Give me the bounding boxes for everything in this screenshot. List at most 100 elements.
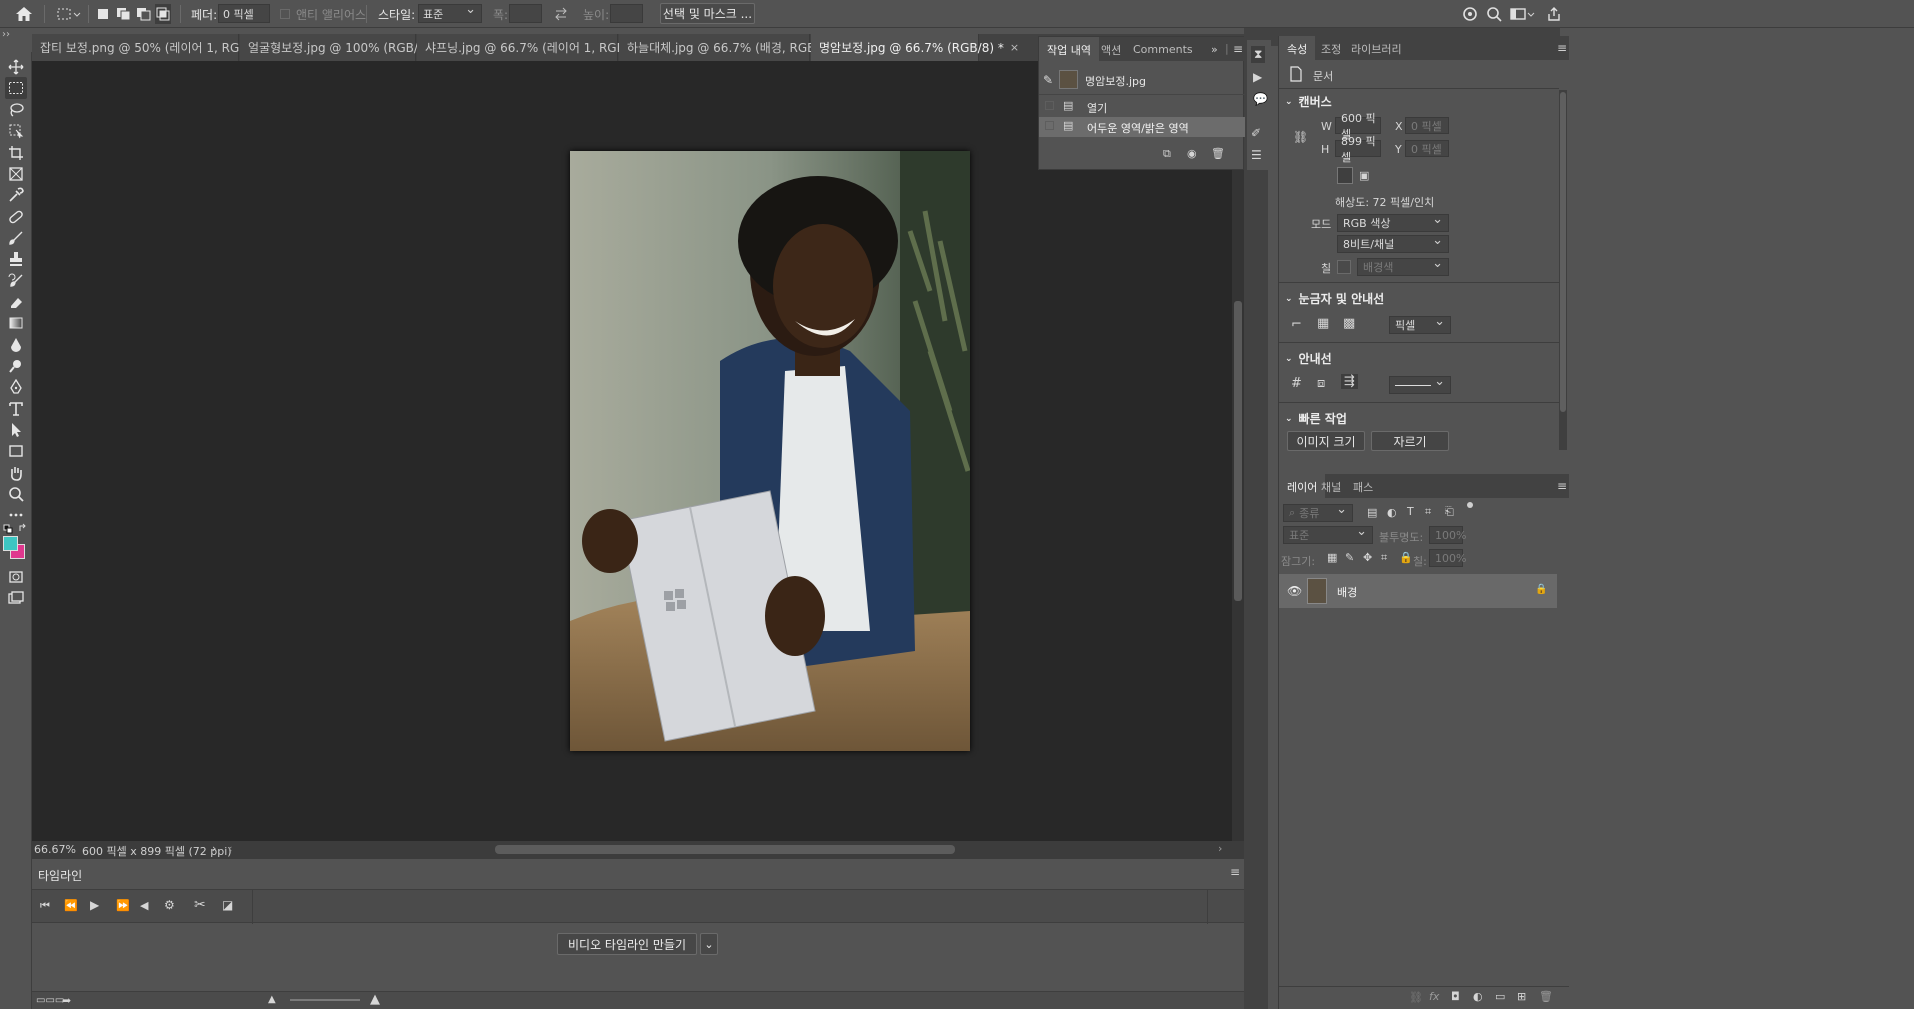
zoom-in-mountain-icon[interactable]: ▲	[370, 992, 380, 1007]
frame-mode-icon[interactable]: ▭▭▭	[36, 995, 64, 1006]
guides-section-toggle[interactable]: ⌄ 안내선	[1285, 350, 1332, 367]
audio-icon[interactable]: ◀	[140, 899, 148, 912]
scroll-left-icon[interactable]: ‹	[228, 842, 232, 855]
pen-tool-icon[interactable]	[5, 376, 27, 398]
layer-filter-select[interactable]: ⌕ 종류	[1283, 502, 1353, 522]
fill-opacity-field[interactable]: 100%	[1429, 549, 1466, 567]
doc-tab-4[interactable]: 하늘대체.jpg @ 66.7% (배경, RGB/8) *×	[619, 34, 857, 61]
brush-source-icon[interactable]: ✎	[1043, 73, 1053, 87]
object-selection-tool-icon[interactable]	[5, 120, 27, 142]
antialias-checkbox[interactable]: 앤티 앨리어스	[280, 4, 366, 24]
camera-snapshot-icon[interactable]: ◉	[1187, 147, 1197, 160]
actions-play-icon[interactable]: ▶	[1253, 70, 1262, 84]
panel-menu-icon[interactable]: ≡	[1557, 41, 1567, 55]
lock-all-icon[interactable]: 🔒	[1399, 551, 1413, 564]
history-item[interactable]: ▤ 열기	[1039, 97, 1245, 117]
add-selection-icon[interactable]	[116, 4, 132, 24]
history-item-active[interactable]: ▤ 어두운 영역/밝은 영역	[1039, 117, 1245, 137]
toolbar-collapse-icon[interactable]: ››	[2, 29, 10, 40]
guides-icon[interactable]: #	[1291, 376, 1302, 391]
tab-history[interactable]: 작업 내역	[1039, 37, 1099, 62]
create-video-timeline-button[interactable]: 비디오 타임라인 만들기	[557, 933, 697, 955]
intersect-selection-icon[interactable]	[155, 4, 171, 24]
scroll-right-icon[interactable]: ›	[1218, 842, 1222, 855]
new-selection-icon[interactable]	[96, 4, 110, 24]
new-layer-icon[interactable]: ⊞	[1517, 990, 1526, 1003]
swap-icon[interactable]	[553, 4, 569, 24]
horizontal-scroll-thumb[interactable]	[495, 845, 955, 854]
transition-icon[interactable]: ◪	[222, 898, 233, 912]
zoom-level[interactable]: 66.67%	[34, 843, 76, 856]
panel-menu-icon[interactable]: ≡	[1557, 479, 1567, 493]
landscape-orientation-icon[interactable]: ▣	[1359, 169, 1369, 182]
image-size-button[interactable]: 이미지 크기	[1287, 431, 1365, 451]
lasso-tool-icon[interactable]	[5, 99, 27, 121]
fill-select[interactable]: 배경색	[1357, 256, 1449, 276]
clone-stamp-tool-icon[interactable]	[5, 248, 27, 270]
pixel-grid-icon[interactable]: ▩	[1343, 316, 1355, 331]
color-mode-select[interactable]: RGB 색상	[1337, 212, 1449, 232]
rectangular-marquee-tool-icon[interactable]	[5, 77, 27, 99]
height-field[interactable]: 899 픽셀	[1335, 135, 1381, 164]
ruler-icon[interactable]: ⌐	[1291, 317, 1302, 332]
zoom-out-mountain-icon[interactable]: ▲	[268, 994, 276, 1005]
screen-mode-icon[interactable]	[5, 587, 27, 609]
play-icon[interactable]: ▶	[90, 898, 99, 912]
status-expand-icon[interactable]: ›	[212, 842, 216, 855]
brush-settings-icon[interactable]: ✐	[1251, 126, 1261, 140]
eraser-tool-icon[interactable]	[5, 291, 27, 313]
width-field[interactable]: 600 픽셀	[1335, 112, 1381, 141]
canvas-vertical-scrollbar[interactable]	[1232, 61, 1244, 841]
blend-mode-select[interactable]: 표준	[1283, 524, 1373, 544]
path-selection-tool-icon[interactable]	[5, 419, 27, 441]
fx-icon[interactable]: fx	[1429, 990, 1439, 1003]
add-mask-icon[interactable]: ◘	[1451, 990, 1460, 1003]
history-panel-icon[interactable]: ⧗	[1251, 46, 1266, 63]
prev-frame-icon[interactable]: ⏪	[64, 899, 78, 912]
style-select[interactable]: 표준	[418, 2, 482, 23]
home-icon[interactable]	[14, 4, 34, 24]
lock-pixels-icon[interactable]: ✎	[1345, 551, 1354, 564]
opacity-field[interactable]: 100%	[1429, 526, 1466, 544]
filter-shape-icon[interactable]: ⌗	[1425, 505, 1431, 519]
panel-menu-icon[interactable]: ≡	[1230, 865, 1240, 879]
trash-icon[interactable]: 🗑	[1539, 990, 1553, 1003]
properties-scrollbar[interactable]	[1559, 90, 1567, 450]
spot-healing-brush-icon[interactable]	[5, 206, 27, 228]
new-document-from-state-icon[interactable]: ⧉	[1163, 147, 1171, 161]
quick-actions-section-toggle[interactable]: ⌄ 빠른 작업	[1285, 410, 1347, 427]
doc-tab-3[interactable]: 샤프닝.jpg @ 66.7% (레이어 1, RGB/8) *×	[417, 34, 666, 61]
dodge-tool-icon[interactable]	[5, 355, 27, 377]
zoom-tool-icon[interactable]	[5, 483, 27, 505]
fill-color-swatch[interactable]	[1337, 260, 1351, 274]
bit-depth-select[interactable]: 8비트/채널	[1337, 233, 1449, 253]
tab-channels[interactable]: 채널	[1313, 474, 1349, 499]
rulers-section-toggle[interactable]: ⌄ 눈금자 및 안내선	[1285, 290, 1384, 307]
scroll-thumb[interactable]	[1560, 92, 1566, 412]
filter-pixel-icon[interactable]: ▤	[1367, 506, 1377, 519]
filter-toggle-icon[interactable]	[1467, 502, 1473, 508]
ruler-units-select[interactable]: 픽셀	[1389, 314, 1451, 334]
share-learn-icon[interactable]	[1462, 4, 1478, 24]
blur-tool-icon[interactable]	[5, 334, 27, 356]
doc-tab-2[interactable]: 얼굴형보정.jpg @ 100% (RGB/8) *×	[240, 34, 455, 61]
new-group-icon[interactable]: ▭	[1495, 990, 1505, 1003]
trash-icon[interactable]: 🗑	[1211, 147, 1225, 160]
gradient-tool-icon[interactable]	[5, 312, 27, 334]
rectangle-tool-icon[interactable]	[5, 440, 27, 462]
type-tool-icon[interactable]	[5, 398, 27, 420]
history-snapshot[interactable]: ✎ 명암보정.jpg	[1039, 65, 1245, 95]
tab-paths[interactable]: 패스	[1345, 474, 1381, 499]
history-brush-tool-icon[interactable]	[5, 270, 27, 292]
document-image[interactable]	[570, 151, 970, 751]
hand-tool-icon[interactable]	[5, 462, 27, 484]
canvas-area[interactable]	[32, 61, 1244, 841]
settings-gear-icon[interactable]: ⚙	[164, 898, 175, 912]
snap-guides-icon[interactable]: ⇶	[1341, 374, 1358, 389]
filter-smart-object-icon[interactable]: ⎗	[1445, 505, 1454, 519]
timeline-zoom-slider[interactable]	[290, 999, 360, 1001]
doc-tab-5-active[interactable]: 명암보정.jpg @ 66.7% (RGB/8) * ×	[811, 34, 1019, 61]
guide-style-select[interactable]	[1389, 374, 1451, 394]
grid-icon[interactable]: ▦	[1317, 316, 1329, 331]
adjustment-layer-icon[interactable]: ◐	[1473, 990, 1483, 1003]
